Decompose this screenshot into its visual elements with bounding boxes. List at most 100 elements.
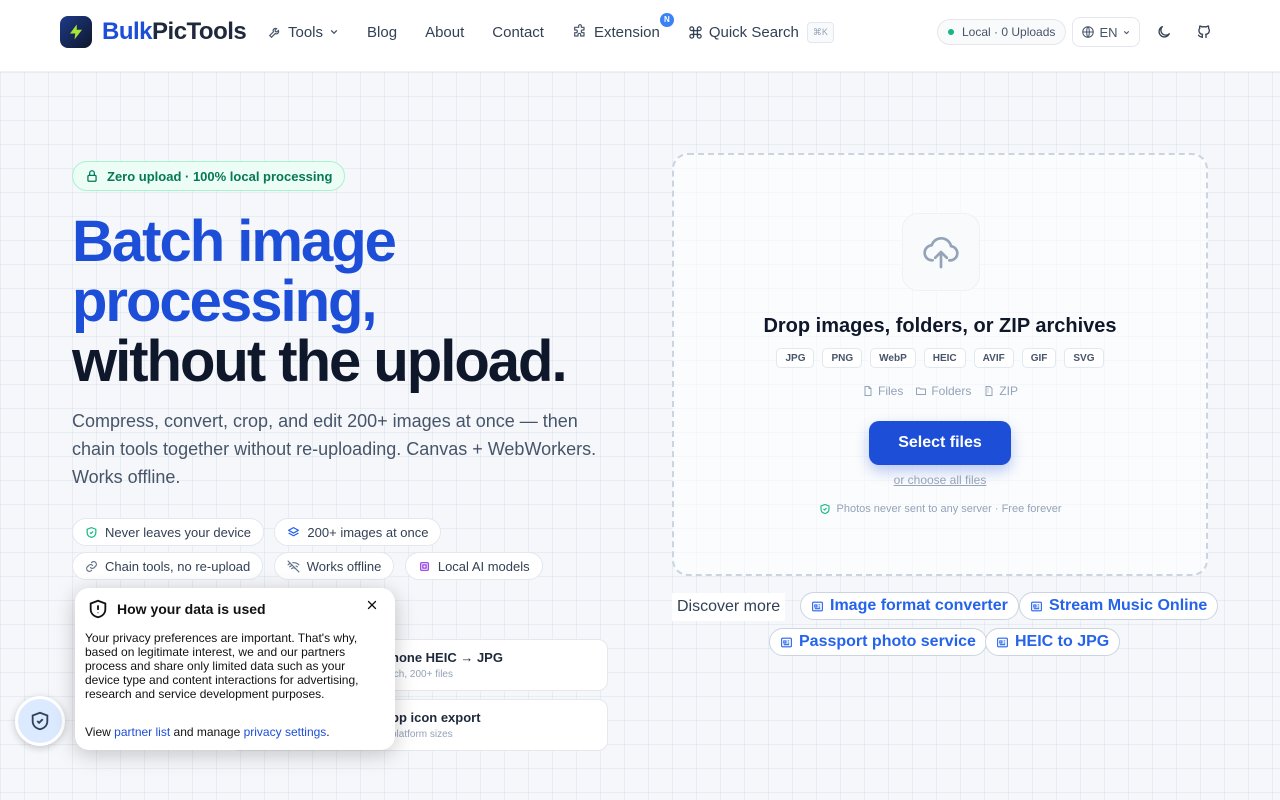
article-icon (997, 637, 1008, 647)
lightning-icon (60, 16, 92, 48)
hero-headline: Batch image processing, without the uplo… (72, 212, 652, 392)
source-zip: ZIP (983, 384, 1018, 398)
format-badge: GIF (1021, 348, 1057, 368)
brand-logo[interactable]: BulkPicTools (60, 16, 247, 48)
tool-card-subtitle: platform sizes (391, 729, 453, 740)
link-icon (86, 560, 97, 572)
moon-icon (1158, 26, 1170, 38)
period-text: . (326, 725, 330, 739)
file-icon (864, 386, 872, 396)
feature-chip: Local AI models (404, 552, 543, 580)
local-status-pill: Local · 0 Uploads (937, 19, 1067, 45)
source-options: Files Folders ZIP (674, 384, 1206, 398)
discover-more-label: Discover more (672, 593, 786, 621)
discover-link-label: Passport photo service (799, 633, 976, 650)
privacy-note: Photos never sent to any server · Free f… (674, 503, 1206, 515)
format-badge: HEIC (923, 348, 966, 368)
lock-icon (87, 170, 97, 182)
main-nav: Tools Blog About Contact Extension N Qui… (268, 0, 862, 64)
new-badge: N (659, 12, 674, 27)
brand-name-part2: PicTools (152, 18, 247, 45)
privacy-settings-link[interactable]: privacy settings (244, 725, 327, 739)
file-dropzone[interactable]: Drop images, folders, or ZIP archives JP… (672, 153, 1208, 576)
source-files: Files (862, 384, 903, 398)
site-header: BulkPicTools Tools Blog About Contact Ex… (0, 0, 1280, 72)
nav-extension[interactable]: Extension N (572, 12, 674, 41)
discover-link-label: Stream Music Online (1049, 597, 1208, 614)
headline-line1: Batch image (72, 209, 397, 274)
feature-chip-label: Works offline (306, 558, 382, 574)
nav-blog[interactable]: Blog (367, 24, 397, 41)
chevron-down-icon (330, 30, 338, 35)
local-status-text: Local · 0 Uploads (962, 25, 1056, 39)
discover-link[interactable]: Passport photo service (769, 628, 987, 656)
folder-icon (916, 387, 927, 395)
nav-tools[interactable]: Tools (268, 24, 339, 41)
discover-link-label: Image format converter (830, 597, 1008, 614)
shield-check-icon (86, 526, 97, 538)
privacy-dialog: How your data is used Your privacy prefe… (75, 588, 395, 750)
format-badge: PNG (822, 348, 863, 368)
feature-chip-label: Chain tools, no re-upload (105, 558, 251, 574)
close-button[interactable] (363, 596, 381, 614)
format-badge: JPG (776, 348, 815, 368)
zero-upload-badge: Zero upload · 100% local processing (72, 161, 346, 191)
source-zip-label: ZIP (999, 384, 1019, 398)
nav-tools-label: Tools (288, 23, 324, 41)
feature-chip: Works offline (273, 552, 395, 580)
status-dot (948, 29, 954, 35)
choose-all-files-link[interactable]: or choose all files (674, 473, 1206, 487)
shield-alert-icon (89, 599, 107, 619)
zip-file-icon (985, 386, 993, 396)
tool-card-title: hone HEIC → JPG (391, 650, 503, 665)
article-icon (1031, 601, 1042, 611)
feature-chip-label: 200+ images at once (307, 524, 429, 540)
tool-card-title: pp icon export (391, 710, 481, 725)
hero-subtitle: Compress, convert, crop, and edit 200+ i… (72, 411, 597, 487)
article-icon (812, 601, 823, 611)
discover-link[interactable]: HEIC to JPG (985, 628, 1121, 656)
headline-line3: without the upload. (72, 329, 568, 394)
privacy-dialog-footer: View partner list and manage privacy set… (85, 725, 330, 739)
privacy-dialog-body: Your privacy preferences are important. … (85, 631, 359, 701)
headline-line2: processing, (72, 269, 378, 334)
view-text: View (85, 725, 111, 739)
source-files-label: Files (877, 384, 904, 398)
language-label: EN (1099, 24, 1118, 40)
command-icon (689, 25, 702, 39)
feature-chip: 200+ images at once (274, 518, 442, 546)
nav-contact-label: Contact (492, 23, 544, 41)
format-badge: SVG (1064, 348, 1104, 368)
nav-contact[interactable]: Contact (492, 24, 544, 41)
discover-link[interactable]: Stream Music Online (1019, 592, 1219, 620)
wifi-off-icon (287, 559, 300, 573)
feature-chips: Never leaves your device 200+ images at … (72, 518, 632, 586)
brand-name: BulkPicTools (102, 18, 247, 46)
globe-icon (1082, 26, 1095, 38)
nav-blog-label: Blog (367, 23, 398, 41)
dropzone-title: Drop images, folders, or ZIP archives (763, 315, 1117, 337)
github-icon (1197, 25, 1210, 38)
format-badge: WebP (870, 348, 916, 368)
upload-cloud-icon (902, 213, 980, 291)
feature-chip-label: Local AI models (437, 558, 530, 574)
nav-quick-search[interactable]: Quick Search ⌘K (688, 21, 834, 43)
nav-about[interactable]: About (425, 24, 464, 41)
discover-link[interactable]: Image format converter (800, 592, 1019, 620)
format-list: JPG PNG WebP HEIC AVIF GIF SVG (674, 348, 1206, 368)
privacy-settings-button[interactable] (15, 696, 65, 746)
feature-chip-label: Never leaves your device (105, 524, 251, 540)
partner-list-link[interactable]: partner list (114, 725, 170, 739)
nav-about-label: About (425, 23, 465, 41)
discover-link-label: HEIC to JPG (1015, 633, 1110, 650)
github-button[interactable] (1192, 20, 1216, 44)
theme-toggle-button[interactable] (1152, 20, 1176, 44)
privacy-dialog-title: How your data is used (117, 601, 266, 617)
language-selector[interactable]: EN (1072, 17, 1140, 47)
and-manage-text: and manage (173, 725, 241, 739)
select-files-button[interactable]: Select files (869, 421, 1011, 465)
shortcut-hint: ⌘K (806, 21, 834, 43)
article-icon (781, 637, 792, 647)
source-folders-label: Folders (931, 384, 972, 398)
nav-extension-label: Extension (593, 23, 660, 41)
